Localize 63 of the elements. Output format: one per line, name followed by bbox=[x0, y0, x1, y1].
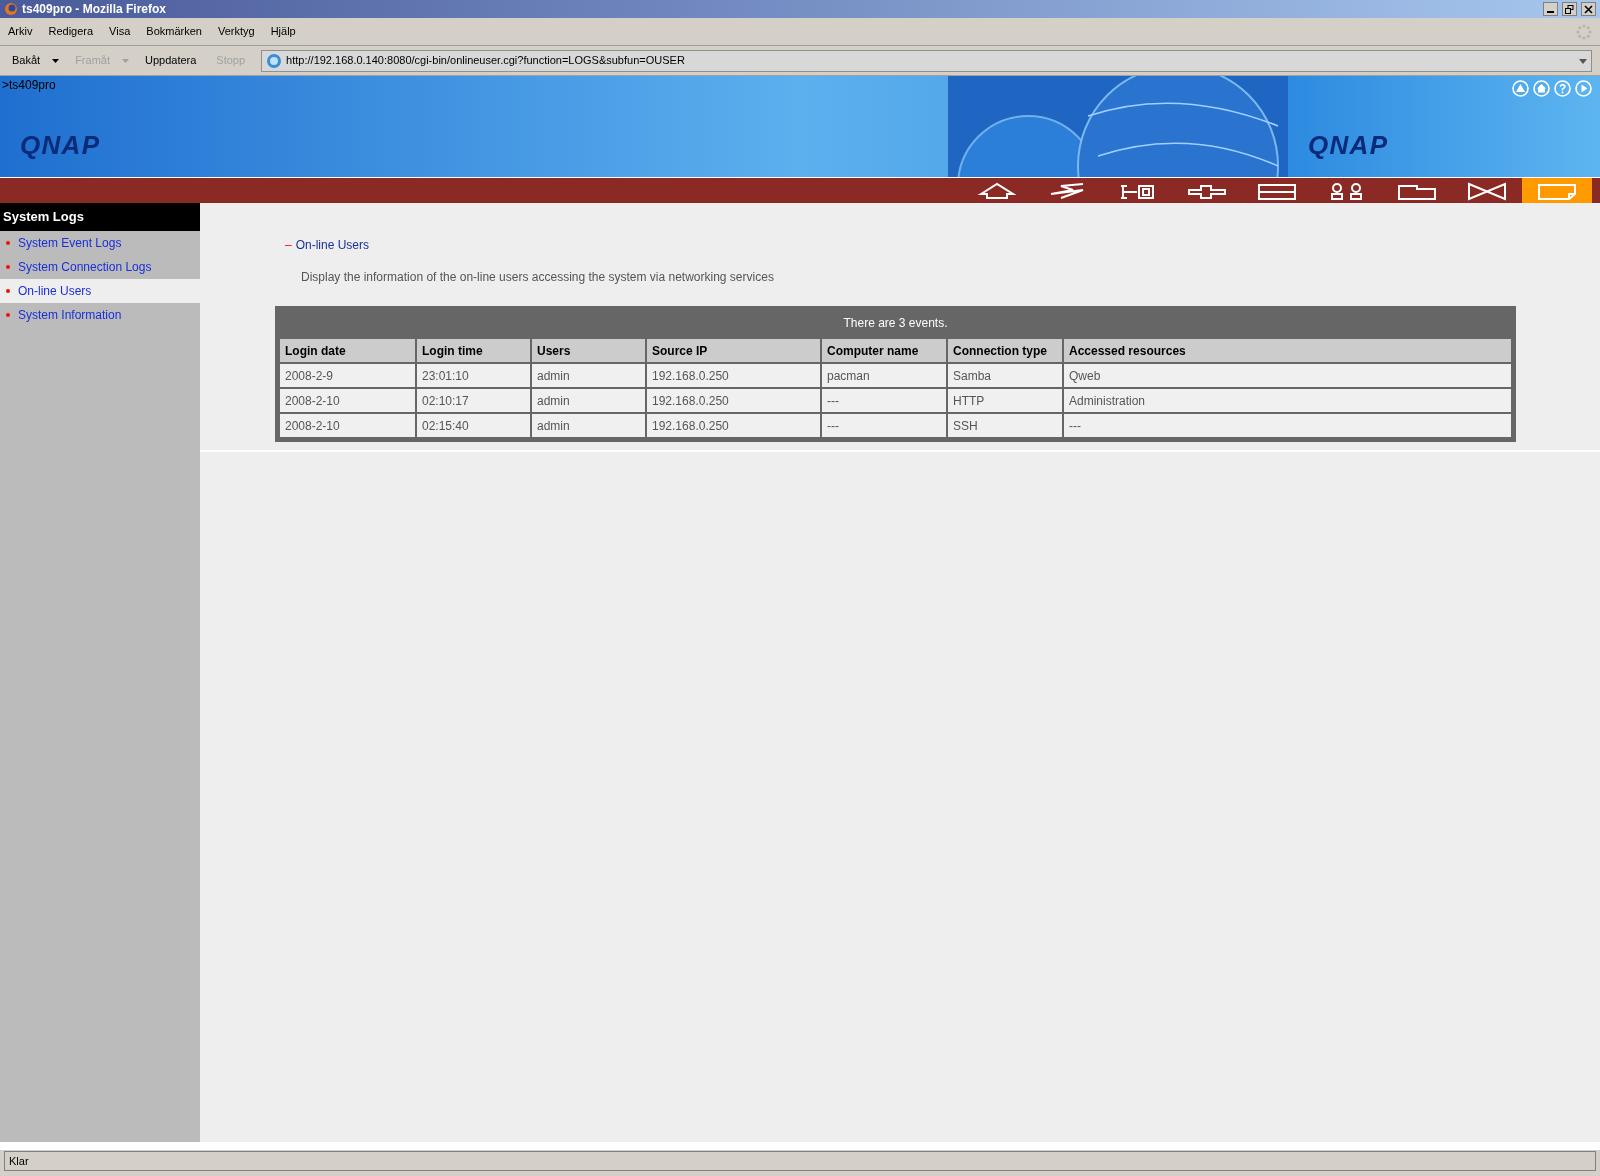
section-marker: – bbox=[285, 237, 292, 254]
table-cell: SSH bbox=[947, 413, 1063, 438]
table-cell: admin bbox=[531, 363, 646, 388]
toolbar-button[interactable]: Bakåt bbox=[8, 52, 45, 69]
table-cell: 2008-2-9 bbox=[279, 363, 416, 388]
column-header: Login date bbox=[279, 338, 416, 363]
table-cell: --- bbox=[1063, 413, 1512, 438]
minimize-button[interactable] bbox=[1543, 2, 1558, 16]
page-icon bbox=[266, 52, 283, 69]
table-cell: --- bbox=[821, 388, 947, 413]
sidebar-item[interactable]: On-line Users bbox=[0, 278, 200, 303]
table-cell: 192.168.0.250 bbox=[646, 413, 821, 438]
close-icon bbox=[1584, 4, 1593, 14]
breadcrumb: >ts409pro bbox=[1, 77, 57, 94]
table-cell: 23:01:10 bbox=[416, 363, 531, 388]
column-header: Connection type bbox=[947, 338, 1063, 363]
dropdown-caret-icon[interactable] bbox=[52, 58, 60, 63]
column-header: Accessed resources bbox=[1063, 338, 1512, 363]
column-header: Source IP bbox=[646, 338, 821, 363]
table-cell: --- bbox=[821, 413, 947, 438]
status-bar: Klar bbox=[4, 1151, 1596, 1171]
table-cell: 2008-2-10 bbox=[279, 413, 416, 438]
table-caption: There are 3 events. bbox=[842, 315, 949, 332]
table-cell: 192.168.0.250 bbox=[646, 363, 821, 388]
url-text: http://192.168.0.140:8080/cgi-bin/onlineuser.cgi?function=LOGS&subfun=OUSER bbox=[286, 53, 686, 69]
qnap-logo: QNAP bbox=[19, 129, 102, 162]
menu-item[interactable]: Hjälp bbox=[270, 23, 296, 40]
menu-item[interactable]: Bokmärken bbox=[146, 23, 202, 40]
toolbar-button[interactable]: Uppdatera bbox=[141, 52, 201, 69]
column-header: Computer name bbox=[821, 338, 947, 363]
table-cell: Administration bbox=[1063, 388, 1512, 413]
table-cell: pacman bbox=[821, 363, 947, 388]
table-cell: admin bbox=[531, 388, 646, 413]
bullet-icon bbox=[6, 240, 10, 245]
table-cell: 192.168.0.250 bbox=[646, 388, 821, 413]
bullet-icon bbox=[6, 288, 10, 293]
sidebar-title: System Logs bbox=[0, 203, 200, 231]
section-title: On-line Users bbox=[295, 237, 370, 254]
table-cell: 2008-2-10 bbox=[279, 388, 416, 413]
table-cell: 02:15:40 bbox=[416, 413, 531, 438]
restore-icon bbox=[1565, 4, 1574, 14]
column-header: Users bbox=[531, 338, 646, 363]
section-description: Display the information of the on-line users accessing the system via networking services bbox=[300, 269, 775, 286]
close-button[interactable] bbox=[1581, 2, 1596, 16]
column-header: Login time bbox=[416, 338, 531, 363]
qnap-logo: QNAP bbox=[1307, 129, 1390, 162]
window-title: ts409pro - Mozilla Firefox bbox=[22, 1, 167, 18]
menu-item[interactable]: Verktyg bbox=[217, 23, 255, 40]
bullet-icon bbox=[6, 264, 10, 269]
table-cell: Qweb bbox=[1063, 363, 1512, 388]
throbber-icon bbox=[1576, 23, 1592, 40]
restore-button[interactable] bbox=[1562, 2, 1577, 16]
table-cell: 02:10:17 bbox=[416, 388, 531, 413]
browser-logo-icon bbox=[4, 2, 18, 16]
menu-item[interactable]: Visa bbox=[109, 23, 131, 40]
bullet-icon bbox=[6, 312, 10, 317]
table-cell: HTTP bbox=[947, 388, 1063, 413]
menu-item[interactable]: Arkiv bbox=[8, 23, 33, 40]
minimize-icon bbox=[1547, 10, 1554, 13]
menu-item[interactable]: Redigera bbox=[48, 23, 94, 40]
table-cell: Samba bbox=[947, 363, 1063, 388]
address-field[interactable]: http://192.168.0.140:8080/cgi-bin/onlineuser.cgi?function=LOGS&subfun=OUSER bbox=[261, 49, 1592, 72]
table-cell: admin bbox=[531, 413, 646, 438]
